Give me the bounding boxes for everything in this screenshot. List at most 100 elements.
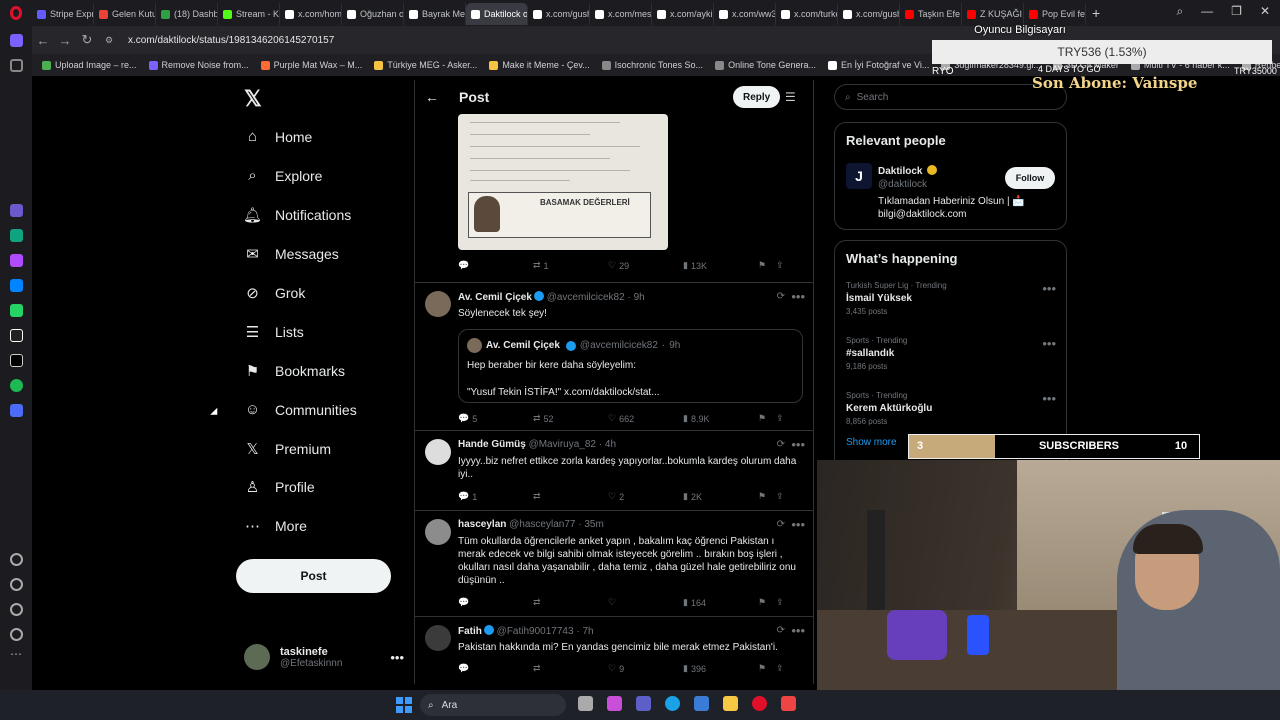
quoted-tweet[interactable]: Av. Cemil Çiçek @avcemilcicek82 · 9h Hep be…	[458, 329, 803, 403]
new-tab-button[interactable]: +	[1092, 5, 1100, 21]
more-sidebar-icon[interactable]: ⋯	[10, 647, 22, 661]
taskbar-search[interactable]: ⌕ Ara	[420, 694, 566, 716]
reply-action[interactable]: 💬	[458, 663, 533, 674]
back-button[interactable]: ←	[32, 33, 54, 48]
reply-action[interactable]: 💬	[458, 260, 533, 271]
reply-button[interactable]: Reply	[733, 86, 781, 108]
views-action[interactable]: ▮ 2K	[683, 491, 758, 502]
grok-icon[interactable]: ⟳	[777, 519, 785, 530]
messenger-icon[interactable]	[9, 279, 23, 292]
account-more-icon[interactable]: •••	[390, 650, 404, 665]
trend-item[interactable]: Sports · Trending Kerem Aktürkoğlu 8,856…	[846, 391, 1056, 426]
maximize-button[interactable]: ❐	[1231, 4, 1242, 19]
url-field[interactable]: x.com/daktilock/status/19813462061452701…	[128, 35, 334, 46]
tweet-card[interactable]: Fatih @Fatih90017743 · 7h ⟳ ••• Pakistan…	[415, 616, 813, 684]
share-action[interactable]: ⇪	[776, 663, 784, 674]
minimize-button[interactable]: —	[1201, 4, 1213, 19]
nav-item-messages[interactable]: ✉ Messages	[244, 245, 339, 263]
tiktok-icon[interactable]	[9, 329, 23, 342]
browser-tab[interactable]: Daktilock on X: "Mil	[466, 3, 528, 25]
more-icon[interactable]: •••	[791, 437, 805, 452]
account-switcher[interactable]: taskinefe @Efetaskinnn •••	[244, 644, 404, 670]
player-icon[interactable]	[9, 404, 23, 417]
teams-icon[interactable]	[636, 696, 651, 711]
like-action[interactable]: ♡ 2	[608, 491, 683, 502]
views-action[interactable]: ▮ 13K	[683, 260, 758, 271]
share-action[interactable]: ⇪	[776, 413, 784, 424]
bookmark-item[interactable]: En İyi Fotoğraf ve Vi...	[827, 60, 929, 70]
grok-icon[interactable]: ⟳	[777, 291, 785, 302]
more-icon[interactable]: •••	[1042, 336, 1056, 351]
trend-item[interactable]: Sports · Trending #sallandık 9,186 posts…	[846, 336, 1056, 371]
close-window-button[interactable]: ✕	[1260, 4, 1270, 19]
site-info-icon[interactable]: ⚙	[98, 35, 120, 46]
bookmark-item[interactable]: Upload Image – re...	[42, 60, 137, 70]
browser-tab[interactable]: x.com/turkc	[776, 3, 838, 25]
like-action[interactable]: ♡	[608, 597, 683, 608]
retweet-action[interactable]: ⇄	[533, 597, 608, 608]
browser-tab[interactable]: x.com/gush	[838, 3, 900, 25]
browser-tab[interactable]: Z KUŞAĞI A	[962, 3, 1024, 25]
aria-icon[interactable]	[9, 204, 23, 217]
browser-tab[interactable]: Bayrak Med	[404, 3, 466, 25]
like-action[interactable]: ♡ 662	[608, 413, 683, 424]
bookmark-item[interactable]: Remove Noise from...	[148, 60, 249, 70]
app-icon[interactable]	[781, 696, 796, 711]
browser-tab[interactable]: Oğuzhan o	[342, 3, 404, 25]
like-action[interactable]: ♡ 9	[608, 663, 683, 674]
settings-icon[interactable]	[9, 603, 23, 616]
nav-item-premium[interactable]: 𝕏 Premium	[244, 440, 331, 458]
star-icon[interactable]	[9, 59, 23, 72]
more-icon[interactable]: •••	[791, 289, 805, 304]
x-sidebar-icon[interactable]	[9, 354, 23, 367]
grok-icon[interactable]: ⟳	[777, 625, 785, 636]
browser-tab[interactable]: x.com/ayki	[652, 3, 714, 25]
x-logo-icon[interactable]: 𝕏	[244, 86, 262, 112]
bookmark-item[interactable]: Online Tone Genera...	[715, 60, 816, 70]
history-icon[interactable]	[9, 578, 23, 591]
browser-tab[interactable]: x.com/mes	[590, 3, 652, 25]
share-action[interactable]: ⇪	[776, 491, 784, 502]
nav-item-notifications[interactable]: 🔔︎ Notifications	[243, 206, 351, 224]
store-icon[interactable]	[694, 696, 709, 711]
bulb-icon[interactable]	[9, 628, 23, 641]
workspace-icon[interactable]	[9, 34, 23, 47]
post-button[interactable]: Post	[236, 559, 391, 593]
bookmark-item[interactable]: Isochronic Tones So...	[601, 60, 703, 70]
tweet-card[interactable]: Av. Cemil Çiçek @avcemilcicek82 · 9h ⟳ •…	[415, 282, 813, 430]
opera-menu-button[interactable]	[0, 0, 32, 26]
edge-icon[interactable]	[665, 696, 680, 711]
bookmark-item[interactable]: Make it Meme - Çev...	[489, 60, 590, 70]
nav-item-communities[interactable]: ☺ Communities	[244, 401, 357, 418]
task-view-icon[interactable]	[578, 696, 593, 711]
browser-tab[interactable]: Stripe Expre	[32, 3, 94, 25]
browser-tab[interactable]: Gelen Kutus	[94, 3, 156, 25]
browser-tab[interactable]: x.com/hom	[280, 3, 342, 25]
nav-item-grok[interactable]: ⊘ Grok	[244, 284, 305, 302]
browser-tab[interactable]: x.com/gush	[528, 3, 590, 25]
retweet-action[interactable]: ⇄ 1	[533, 260, 608, 271]
show-more-link[interactable]: Show more	[846, 437, 897, 448]
more-icon[interactable]: •••	[1042, 281, 1056, 296]
spotify-icon[interactable]	[9, 379, 23, 392]
bookmark-item[interactable]: Türkiye MEG - Asker...	[374, 60, 477, 70]
reply-action[interactable]: 💬 1	[458, 491, 533, 502]
browser-tab[interactable]: Pop Evil fea	[1024, 3, 1086, 25]
views-action[interactable]: ▮ 164	[683, 597, 758, 608]
heart-icon[interactable]	[9, 553, 23, 566]
avatar[interactable]: J	[846, 163, 872, 189]
explorer-icon[interactable]	[723, 696, 738, 711]
retweet-action[interactable]: ⇄	[533, 663, 608, 674]
tweet-card[interactable]: hasceylan @hasceylan77 · 35m ⟳ ••• Tüm o…	[415, 510, 813, 616]
reply-action[interactable]: 💬 5	[458, 413, 533, 424]
bookmark-item[interactable]: Purple Mat Wax – M...	[260, 60, 362, 70]
browser-tab[interactable]: Taşkın Efe	[900, 3, 962, 25]
follow-button[interactable]: Follow	[1005, 167, 1055, 189]
like-action[interactable]: ♡ 29	[608, 260, 683, 271]
nav-item-lists[interactable]: ☰ Lists	[244, 323, 304, 341]
opera-taskbar-icon[interactable]	[752, 696, 767, 711]
reload-button[interactable]: ↻	[76, 32, 98, 48]
nav-item-home[interactable]: ⌂ Home	[244, 128, 312, 145]
nav-item-explore[interactable]: ⌕ Explore	[244, 167, 322, 184]
browser-tab[interactable]: Stream - Ki	[218, 3, 280, 25]
